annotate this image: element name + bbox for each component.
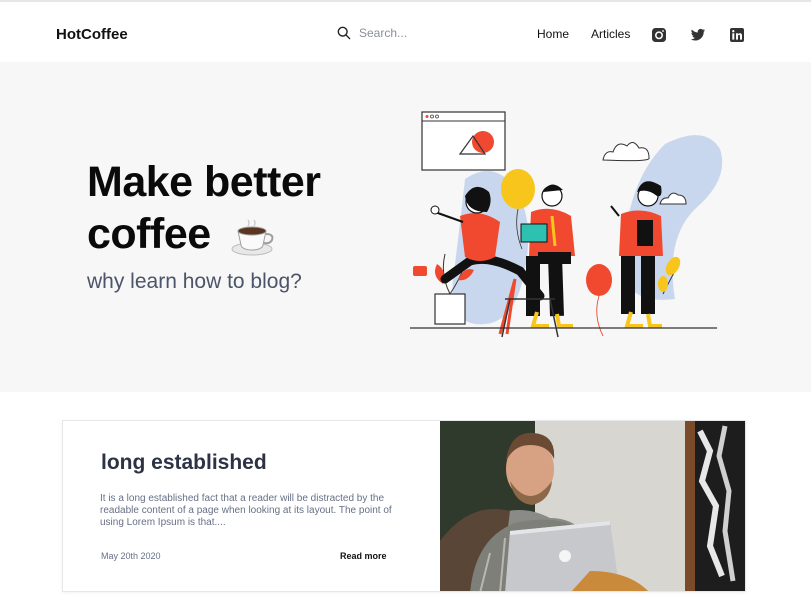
brand-logo[interactable]: HotCoffee <box>56 26 128 43</box>
hero-section: Make better coffee why learn how to blog… <box>0 62 811 392</box>
hero-illustration <box>410 111 723 338</box>
article-photo <box>440 421 745 591</box>
article-date: May 20th 2020 <box>101 551 161 561</box>
hero-title-line1: Make better <box>87 158 321 206</box>
main-nav: Home Articles <box>537 27 652 41</box>
linkedin-icon[interactable] <box>729 27 745 43</box>
browser-window-icon <box>421 111 506 171</box>
hero-title: Make better coffee <box>87 156 321 260</box>
search-bar[interactable] <box>337 26 479 40</box>
twitter-icon[interactable] <box>690 27 706 43</box>
article-excerpt: It is a long established fact that a rea… <box>100 493 392 528</box>
instagram-icon[interactable] <box>651 27 667 43</box>
coffee-cup-icon <box>231 219 274 256</box>
nav-home[interactable]: Home <box>537 27 569 41</box>
article-card[interactable]: long established It is a long establishe… <box>62 420 746 592</box>
hero-subtitle: why learn how to blog? <box>87 270 302 293</box>
read-more-link[interactable]: Read more <box>340 551 387 561</box>
hero-title-line2: coffee <box>87 210 211 258</box>
site-header: HotCoffee Home Articles <box>0 2 811 62</box>
search-input[interactable] <box>359 26 479 40</box>
search-icon <box>337 26 351 40</box>
article-title[interactable]: long established <box>101 451 267 475</box>
nav-articles[interactable]: Articles <box>591 27 630 41</box>
